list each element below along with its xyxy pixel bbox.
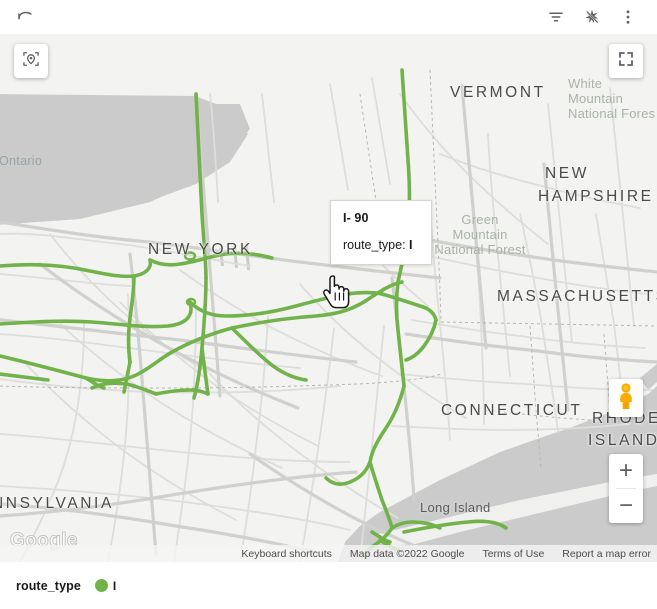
tooltip-field-row: route_type: I [343,238,419,252]
more-options-icon[interactable] [619,8,637,26]
legend-item[interactable]: I [94,578,117,593]
legend: route_type I [0,562,657,609]
locate-pin-icon [21,49,41,74]
map-canvas[interactable]: e Ontario NEW YORK VERMONT NEW HAMPSHIRE… [0,34,657,562]
street-view-pegman-button[interactable] [609,379,643,417]
pegman-icon [615,382,637,415]
map-tooltip: I- 90 route_type: I [330,200,432,265]
keyboard-shortcuts-link[interactable]: Keyboard shortcuts [241,548,331,560]
zoom-to-data-button[interactable] [14,44,48,78]
map-attribution-bar: Keyboard shortcuts Map data ©2022 Google… [0,545,657,562]
clear-formatting-icon[interactable] [583,8,601,26]
zoom-controls: + − [609,454,643,523]
undo-icon[interactable] [16,8,34,26]
legend-item-label: I [112,578,117,593]
terms-of-use-link[interactable]: Terms of Use [482,548,544,560]
legend-color-swatch [94,579,108,592]
legend-title: route_type [16,578,81,593]
zoom-out-button[interactable]: − [609,489,643,523]
map-tiles [0,34,657,562]
tooltip-field-label: route_type: [343,238,406,252]
fullscreen-icon [617,50,635,73]
filter-icon[interactable] [547,8,565,26]
top-toolbar [0,0,657,34]
toolbar-right-group [547,8,643,26]
tooltip-title: I- 90 [343,211,369,225]
tooltip-field-value: I [409,238,413,252]
map-data-credit: Map data ©2022 Google [349,547,465,560]
zoom-in-button[interactable]: + [609,454,643,488]
report-map-error-link[interactable]: Report a map error [562,548,651,560]
legend-items: I [94,578,117,593]
fullscreen-button[interactable] [609,44,643,78]
toolbar-left-group [16,8,34,26]
